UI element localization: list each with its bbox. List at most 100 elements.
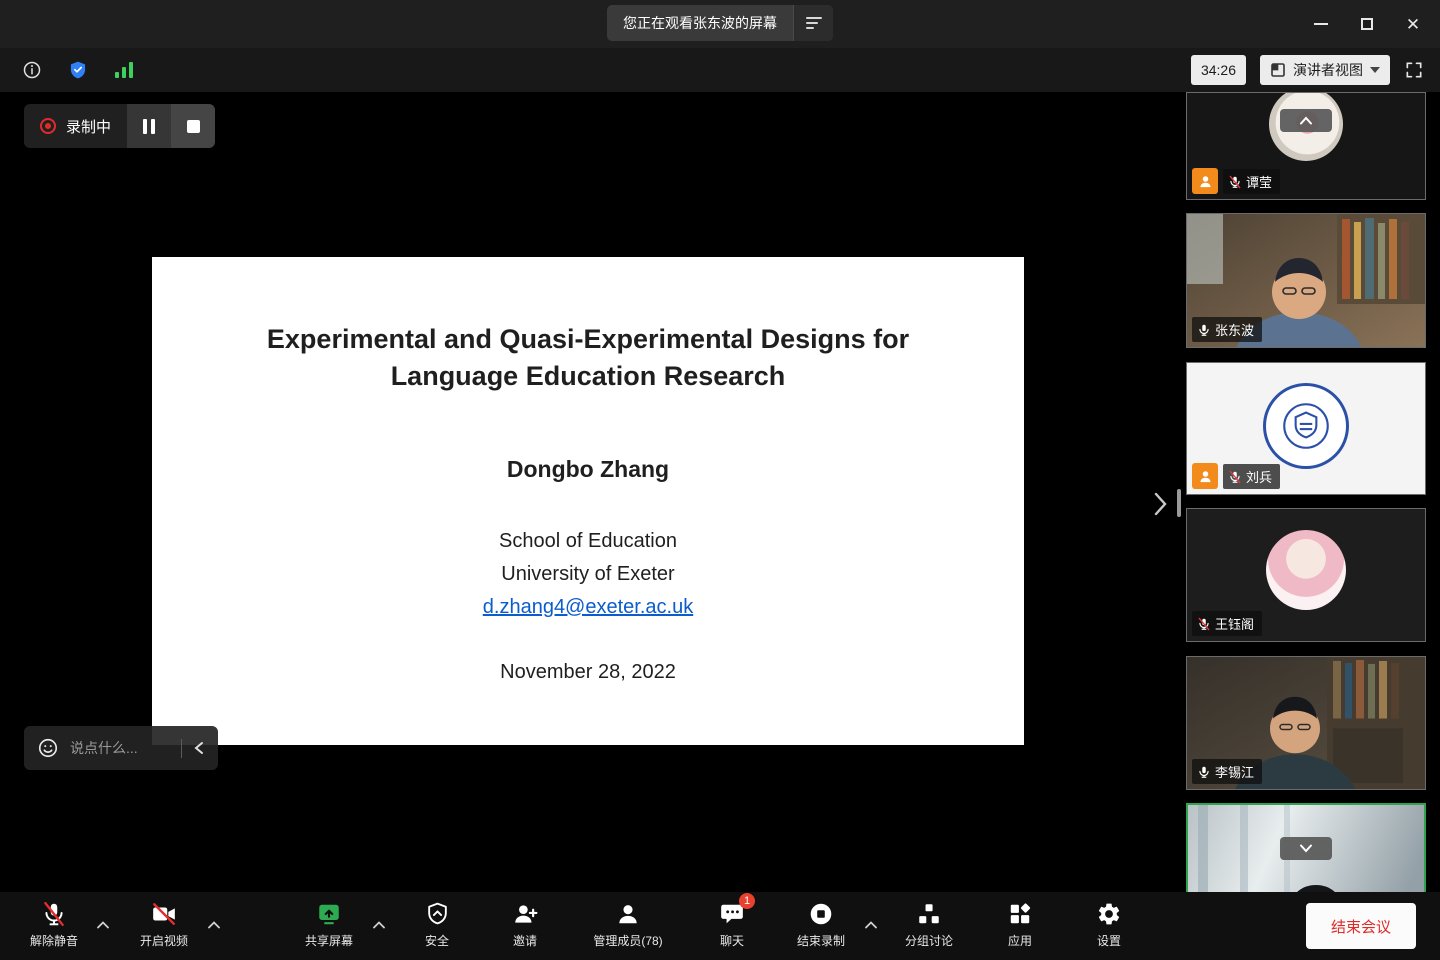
stop-record-icon: [808, 900, 834, 927]
start-video-button[interactable]: 开启视频: [122, 900, 206, 949]
fullscreen-icon: [1404, 60, 1424, 80]
recording-status: 录制中: [24, 104, 127, 148]
stop-icon: [187, 120, 200, 133]
security-status-button[interactable]: [68, 59, 88, 81]
participant-tile-lixijiang[interactable]: 李锡江: [1186, 656, 1426, 790]
emoji-button[interactable]: [37, 737, 59, 759]
chat-unread-badge: 1: [739, 893, 755, 909]
manage-members-label: 管理成员(78): [593, 932, 662, 949]
mic-on-icon: [1197, 323, 1211, 337]
maximize-icon: [1361, 18, 1373, 30]
pause-icon: [143, 119, 147, 134]
minimize-button[interactable]: [1298, 0, 1344, 48]
mic-on-icon: [1197, 765, 1211, 779]
chevron-left-icon: [193, 741, 205, 755]
video-options-chevron[interactable]: [208, 916, 220, 934]
network-status-button[interactable]: [114, 61, 134, 79]
meeting-timer: 34:26: [1191, 55, 1246, 85]
settings-label: 设置: [1097, 932, 1121, 949]
role-badge-icon: [1192, 168, 1218, 194]
timer-value: 34:26: [1201, 62, 1236, 78]
breakout-rooms-label: 分组讨论: [905, 932, 953, 949]
sidebar-collapse-handle[interactable]: [1150, 490, 1170, 523]
participant-tile-tanying[interactable]: 谭莹: [1186, 92, 1426, 200]
apps-grid-icon: [1007, 900, 1033, 927]
stop-recording-label: 结束录制: [797, 932, 845, 949]
maximize-button[interactable]: [1344, 0, 1390, 48]
person-icon: [1198, 469, 1213, 484]
message-input[interactable]: 说点什么...: [70, 738, 170, 758]
end-meeting-button[interactable]: 结束会议: [1306, 903, 1416, 949]
chevron-up-icon: [208, 921, 220, 929]
participant-tile-zhangdongbo[interactable]: 张东波: [1186, 213, 1426, 348]
presentation-slide: Experimental and Quasi-Experimental Desi…: [152, 257, 1024, 745]
meeting-info-button[interactable]: [22, 60, 42, 80]
participant-tile-liubing[interactable]: 刘兵: [1186, 362, 1426, 495]
recording-options-chevron[interactable]: [865, 916, 877, 934]
topbar-status-icons: [0, 59, 134, 81]
smiley-icon: [37, 737, 59, 759]
scroll-up-button[interactable]: [1280, 109, 1332, 132]
invite-label: 邀请: [513, 932, 537, 949]
participant-name: 张东波: [1215, 320, 1254, 339]
chevron-up-icon: [865, 921, 877, 929]
settings-button[interactable]: 设置: [1067, 900, 1151, 949]
participant-nametag: 王钰阁: [1192, 611, 1262, 636]
unmute-button[interactable]: 解除静音: [12, 900, 96, 949]
avatar: [1266, 530, 1346, 610]
chevron-right-icon: [1150, 490, 1170, 518]
share-screen-label: 共享屏幕: [305, 932, 353, 949]
participant-nametag: 李锡江: [1192, 759, 1262, 784]
view-mode-selector[interactable]: 演讲者视图: [1260, 55, 1390, 85]
invite-person-icon: [512, 900, 538, 927]
participant-name: 刘兵: [1246, 467, 1272, 486]
collapse-message-bar-button[interactable]: [193, 741, 205, 755]
participants-sidebar: 谭莹: [1186, 92, 1426, 892]
pause-recording-button[interactable]: [127, 104, 171, 148]
security-button[interactable]: 安全: [395, 900, 479, 949]
slide-title: Experimental and Quasi-Experimental Desi…: [152, 321, 1024, 395]
invite-button[interactable]: 邀请: [483, 900, 567, 949]
role-badge-icon: [1192, 463, 1218, 489]
slide-affiliation: School of Education University of Exeter…: [152, 525, 1024, 624]
signal-bars-icon: [114, 61, 134, 79]
chevron-down-icon: [1299, 844, 1313, 853]
chat-button[interactable]: 1 聊天: [690, 900, 774, 949]
participant-tile-wangyuge[interactable]: 王钰阁: [1186, 508, 1426, 642]
participant-tile-active-speaker[interactable]: [1186, 803, 1426, 892]
security-shield-icon: [425, 900, 450, 927]
apps-button[interactable]: 应用: [978, 900, 1062, 949]
manage-members-button[interactable]: 管理成员(78): [580, 900, 676, 949]
divider: [181, 739, 182, 758]
bottom-toolbar: 解除静音 开启视频: [0, 892, 1440, 960]
banner-options-button[interactable]: [793, 5, 833, 41]
person-icon: [1198, 174, 1213, 189]
recording-label: 录制中: [66, 116, 111, 137]
quick-message-bar: 说点什么...: [24, 726, 218, 770]
viewing-banner-text: 您正在观看张东波的屏幕: [607, 13, 793, 33]
close-button[interactable]: ✕: [1390, 0, 1436, 48]
mic-muted-icon: [1228, 470, 1242, 484]
filter-lines-icon: [806, 16, 822, 30]
close-icon: ✕: [1406, 16, 1420, 33]
window-controls: ✕: [1298, 0, 1436, 48]
breakout-rooms-button[interactable]: 分组讨论: [887, 900, 971, 949]
stop-recording-button[interactable]: [171, 104, 215, 148]
share-screen-icon: [316, 900, 342, 927]
emblem-icon: [1277, 397, 1335, 455]
info-icon: [22, 60, 42, 80]
minimize-icon: [1314, 23, 1328, 25]
share-screen-button[interactable]: 共享屏幕: [287, 900, 371, 949]
fullscreen-button[interactable]: [1404, 60, 1424, 80]
slide-date: November 28, 2022: [152, 661, 1024, 684]
participant-nametag: 谭莹: [1223, 169, 1280, 194]
scroll-down-button[interactable]: [1280, 837, 1332, 860]
participant-nametag: 刘兵: [1223, 464, 1280, 489]
audio-options-chevron[interactable]: [97, 916, 109, 934]
share-options-chevron[interactable]: [373, 916, 385, 934]
sidebar-scrollbar-thumb[interactable]: [1177, 489, 1181, 517]
participant-name: 谭莹: [1246, 172, 1272, 191]
titlebar: 您正在观看张东波的屏幕 ✕: [0, 0, 1440, 48]
topbar-right-controls: 34:26 演讲者视图: [1191, 55, 1440, 85]
stop-recording-toolbar-button[interactable]: 结束录制: [779, 900, 863, 949]
